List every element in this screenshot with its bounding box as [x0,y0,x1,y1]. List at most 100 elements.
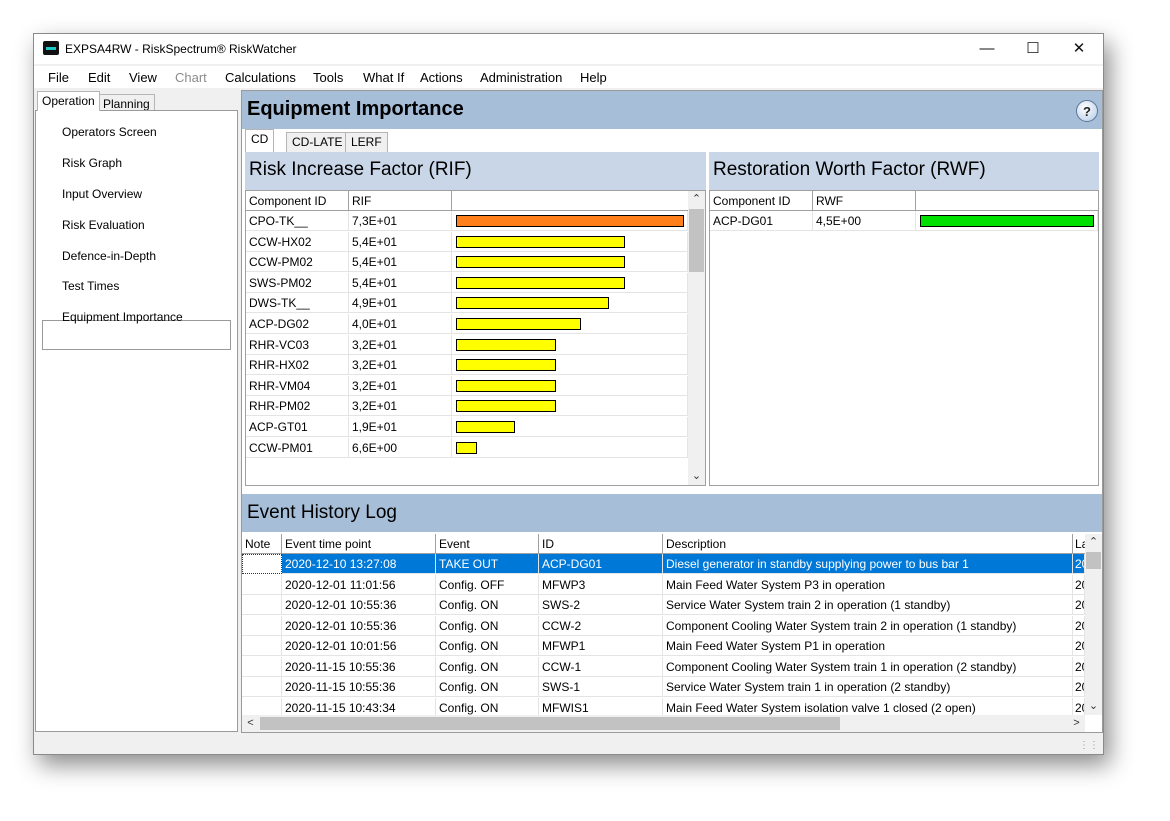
rif-row-value[interactable]: 3,2E+01 [349,396,452,417]
scroll-up-icon[interactable]: ⌃ [1085,534,1102,551]
log-cell-id[interactable]: MFWP3 [539,574,663,595]
log-cell-desc[interactable]: Main Feed Water System P1 in operation [663,636,1073,656]
menu-actions[interactable]: Actions [420,70,463,85]
scroll-left-icon[interactable]: < [242,715,259,732]
log-cell-time[interactable]: 2020-11-15 10:55:36 [282,677,436,697]
log-cell-id[interactable]: SWS-1 [539,677,663,697]
rif-row-value[interactable]: 3,2E+01 [349,375,452,396]
rif-row-component-id[interactable]: CPO-TK__ [246,211,349,231]
close-button[interactable]: ✕ [1056,34,1102,64]
event-log-table[interactable]: Note Event time point Event ID Descripti… [242,534,1102,732]
tab-cd[interactable]: CD [245,129,275,152]
minimize-button[interactable]: — [964,34,1010,64]
rif-table[interactable]: Component ID RIF CPO-TK__ 7,3E+01 CCW-HX02… [245,190,706,486]
log-cell-note[interactable] [242,554,282,574]
log-header-description[interactable]: Description [663,534,1073,554]
scroll-down-icon[interactable]: ⌄ [1085,698,1102,715]
help-icon[interactable]: ? [1076,100,1098,122]
menu-edit[interactable]: Edit [88,70,110,85]
menu-what-if[interactable]: What If [363,70,404,85]
nav-item-risk-graph[interactable]: Risk Graph [62,156,122,170]
rif-row-value[interactable]: 7,3E+01 [349,211,452,231]
rif-row-value[interactable]: 5,4E+01 [349,231,452,252]
log-vertical-scrollbar[interactable]: ⌃ ⌄ [1085,534,1102,715]
log-cell-event[interactable]: Config. OFF [436,574,539,595]
rwf-header-bar[interactable] [916,191,1098,211]
nav-item-test-times[interactable]: Test Times [62,279,119,293]
log-cell-note[interactable] [242,615,282,636]
menu-help[interactable]: Help [580,70,607,85]
log-header-last[interactable]: La [1073,534,1085,554]
log-cell-event[interactable]: Config. ON [436,595,539,615]
tab-operation[interactable]: Operation [37,91,100,111]
log-cell-last[interactable]: 20 [1073,574,1085,595]
rif-row-value[interactable]: 1,9E+01 [349,417,452,437]
log-cell-last[interactable]: 20 [1073,677,1085,697]
log-cell-time[interactable]: 2020-12-01 10:55:36 [282,595,436,615]
rif-scrollbar[interactable]: ⌃ ⌄ [688,191,705,485]
rif-row-value[interactable]: 6,6E+00 [349,437,452,458]
rwf-header-component-id[interactable]: Component ID [710,191,813,211]
rif-row-component-id[interactable]: ACP-GT01 [246,417,349,437]
rwf-table[interactable]: Component ID RWF ACP-DG01 4,5E+00 [709,190,1099,486]
log-vscroll-thumb[interactable] [1086,552,1101,569]
rif-row-component-id[interactable]: RHR-VM04 [246,375,349,396]
rif-row-component-id[interactable]: CCW-HX02 [246,231,349,252]
rif-row-component-id[interactable]: CCW-PM01 [246,437,349,458]
log-cell-desc[interactable]: Component Cooling Water System train 2 i… [663,615,1073,636]
log-cell-time[interactable]: 2020-12-01 10:55:36 [282,615,436,636]
log-cell-note[interactable] [242,574,282,595]
log-cell-note[interactable] [242,595,282,615]
log-cell-id[interactable]: CCW-2 [539,615,663,636]
log-header-event[interactable]: Event [436,534,539,554]
rif-row-value[interactable]: 3,2E+01 [349,355,452,376]
tab-cd-late[interactable]: CD-LATE [286,132,349,152]
log-cell-desc[interactable]: Diesel generator in standby supplying po… [663,554,1073,574]
log-cell-time[interactable]: 2020-12-01 10:01:56 [282,636,436,656]
log-cell-note[interactable] [242,656,282,677]
log-cell-last[interactable]: 20 [1073,595,1085,615]
log-cell-last[interactable]: 20 [1073,615,1085,636]
menu-view[interactable]: View [129,70,157,85]
log-cell-event[interactable]: Config. ON [436,677,539,697]
log-cell-last[interactable]: 20 [1073,636,1085,656]
menu-administration[interactable]: Administration [480,70,562,85]
rif-row-component-id[interactable]: RHR-PM02 [246,396,349,417]
log-header-id[interactable]: ID [539,534,663,554]
rif-row-value[interactable]: 5,4E+01 [349,272,452,293]
log-cell-desc[interactable]: Service Water System train 1 in operatio… [663,677,1073,697]
log-cell-id[interactable]: CCW-1 [539,656,663,677]
log-cell-desc[interactable]: Component Cooling Water System train 1 i… [663,656,1073,677]
log-cell-desc[interactable]: Service Water System train 2 in operatio… [663,595,1073,615]
resize-grip-icon[interactable]: ⋮⋮ [1079,740,1099,751]
log-cell-note[interactable] [242,636,282,656]
nav-item-equipment-importance[interactable]: Equipment Importance [62,310,183,324]
rif-row-component-id[interactable]: ACP-DG02 [246,314,349,334]
menu-calculations[interactable]: Calculations [225,70,296,85]
maximize-button[interactable]: ☐ [1010,34,1056,64]
rwf-row-component-id[interactable]: ACP-DG01 [710,211,813,231]
rif-row-value[interactable]: 3,2E+01 [349,334,452,355]
log-cell-id[interactable]: SWS-2 [539,595,663,615]
rif-header-component-id[interactable]: Component ID [246,191,349,211]
menu-chart[interactable]: Chart [175,70,207,85]
rif-scroll-thumb[interactable] [689,209,704,272]
rif-row-value[interactable]: 5,4E+01 [349,252,452,273]
rif-header-value[interactable]: RIF [349,191,452,211]
rif-row-component-id[interactable]: DWS-TK__ [246,293,349,314]
log-cell-id[interactable]: ACP-DG01 [539,554,663,574]
rwf-row-value[interactable]: 4,5E+00 [813,211,916,231]
rif-row-value[interactable]: 4,9E+01 [349,293,452,314]
tab-lerf[interactable]: LERF [345,132,388,152]
log-cell-time[interactable]: 2020-11-15 10:55:36 [282,656,436,677]
nav-item-input-overview[interactable]: Input Overview [62,187,142,201]
log-horizontal-scrollbar[interactable]: < > [242,715,1085,732]
log-cell-note[interactable] [242,677,282,697]
rif-row-component-id[interactable]: RHR-VC03 [246,334,349,355]
log-header-note[interactable]: Note [242,534,282,554]
log-header-time[interactable]: Event time point [282,534,436,554]
scroll-up-icon[interactable]: ⌃ [688,191,705,208]
menu-file[interactable]: File [48,70,69,85]
log-cell-event[interactable]: Config. ON [436,636,539,656]
rif-row-value[interactable]: 4,0E+01 [349,314,452,334]
